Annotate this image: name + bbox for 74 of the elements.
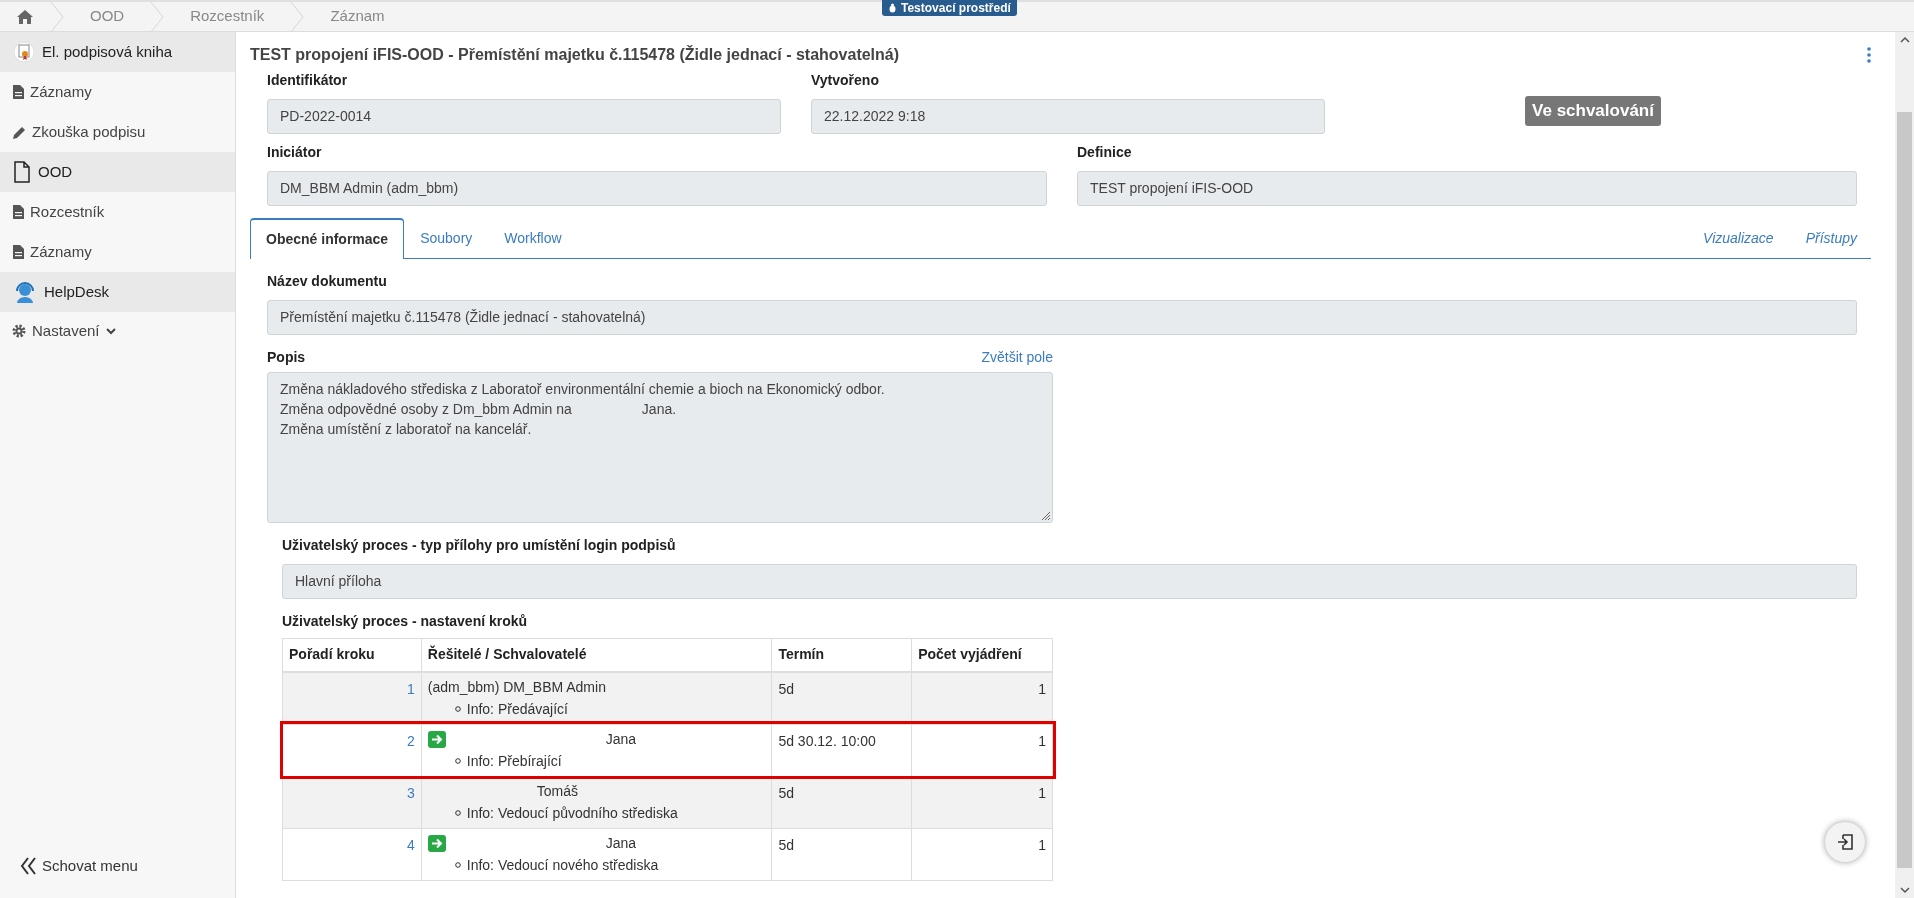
sidebar-section[interactable]: HelpDesk: [0, 272, 235, 312]
tab[interactable]: Obecné informace: [250, 218, 405, 259]
sidebar-item[interactable]: Záznamy: [0, 72, 235, 112]
column-header: Řešitelé / Schvalovatelé: [421, 638, 772, 672]
environment-badge: Testovací prostředí: [882, 0, 1017, 16]
sidebar-item[interactable]: Zkouška podpisu: [0, 112, 235, 152]
bullet-icon: [454, 758, 461, 764]
table-cell-text: Info: Předávající: [466, 699, 568, 719]
sidebar-section[interactable]: El. podpisová kniha: [0, 32, 235, 72]
field-label: Popis: [267, 348, 306, 367]
headset-icon: [14, 281, 36, 303]
sidebar-item[interactable]: Rozcestník: [0, 192, 235, 232]
table-cell-text: Info: Přebírající: [466, 751, 562, 771]
document-icon: [13, 85, 24, 99]
field-label: Iniciátor: [267, 143, 323, 162]
text-area[interactable]: Změna nákladového střediska z Laboratoř environmentální chemie a bioch na Ekonomický odbor. Změna odpovědné osoby z Dm_bbm Admin na Jana. Změna umístění z laboratoř na kancelář.: [267, 372, 1053, 523]
bullet-icon: [454, 862, 461, 868]
column-header: Počet vyjádření: [911, 638, 1053, 672]
scrollbar[interactable]: [1895, 32, 1914, 898]
table-cell-text: Jana: [605, 730, 637, 749]
input-field[interactable]: 22.12.2022 9:18: [811, 99, 1325, 134]
field-label: Vytvořeno: [811, 71, 880, 90]
document-icon: [13, 205, 24, 219]
home-icon[interactable]: [17, 9, 33, 24]
field-label: Definice: [1077, 143, 1133, 162]
sidebar-section[interactable]: OOD: [0, 152, 235, 192]
input-field[interactable]: PD-2022-0014: [267, 99, 781, 134]
table-cell: 4: [282, 828, 422, 880]
tab[interactable]: Soubory: [404, 218, 489, 258]
field-label: Uživatelský proces - typ přílohy pro umístění login podpisů: [282, 536, 677, 555]
enter-icon: [1837, 834, 1853, 850]
table-cell-text: Info: Vedoucí nového střediska: [466, 855, 659, 875]
certificate-icon: [14, 41, 34, 63]
table-cell-text: Jana: [605, 834, 637, 853]
file-icon: [14, 161, 30, 183]
link[interactable]: Vizualizace: [1671, 218, 1774, 258]
scroll-down-icon[interactable]: [1899, 886, 1910, 894]
input-field[interactable]: Přemístění majetku č.115478 (Židle jednací - stahovatelná): [267, 300, 1857, 335]
table-cell: 1: [911, 776, 1053, 828]
input-field[interactable]: DM_BBM Admin (adm_bbm): [267, 171, 1047, 206]
scrollbar-thumb[interactable]: [1897, 112, 1912, 868]
table-cell-text: Tomáš: [536, 782, 578, 801]
field-label: Identifikátor: [267, 71, 349, 90]
document-icon: [13, 245, 24, 259]
input-field[interactable]: Hlavní příloha: [282, 564, 1857, 599]
table-cell: 5d: [771, 776, 912, 828]
table-cell: 1: [911, 828, 1053, 880]
column-header: Termín: [771, 638, 912, 672]
section-label: Uživatelský proces - nastavení kroků: [282, 612, 529, 631]
expand-field-link[interactable]: Zvětšit pole: [981, 347, 1053, 368]
tab[interactable]: Workflow: [488, 218, 578, 258]
bullet-icon: [454, 810, 461, 816]
field-label: Název dokumentu: [267, 272, 388, 291]
sidebar-dropdown[interactable]: Nastavení: [0, 312, 235, 350]
hide-menu-link[interactable]: Schovat menu: [0, 846, 235, 886]
table-cell-text: Info: Vedoucí původního střediska: [466, 803, 678, 823]
scroll-up-icon[interactable]: [1899, 36, 1910, 44]
resize-handle-icon[interactable]: [1041, 511, 1051, 521]
status-badge: Ve schvalování: [1525, 96, 1661, 126]
bullet-icon: [454, 706, 461, 712]
double-chevron-left-icon: [20, 857, 38, 875]
sidebar-item[interactable]: Záznamy: [0, 232, 235, 272]
pencil-icon: [13, 125, 26, 139]
link[interactable]: Přístupy: [1773, 218, 1857, 258]
table-cell: 5d: [771, 828, 912, 880]
input-field[interactable]: TEST propojení iFIS-OOD: [1077, 171, 1857, 206]
chevron-down-icon: [105, 327, 116, 335]
table-cell-text: (adm_bbm) DM_BBM Admin: [427, 678, 606, 697]
settings-icon: [12, 324, 26, 338]
sign-in-button[interactable]: [1825, 822, 1865, 862]
table-cell: 3: [282, 776, 422, 828]
column-header: Pořadí kroku: [282, 638, 422, 672]
page-title: TEST propojení iFIS-OOD - Přemístění majetku č.115478 (Židle jednací - stahovatelná): [250, 44, 900, 65]
more-options-icon[interactable]: [1867, 47, 1871, 63]
